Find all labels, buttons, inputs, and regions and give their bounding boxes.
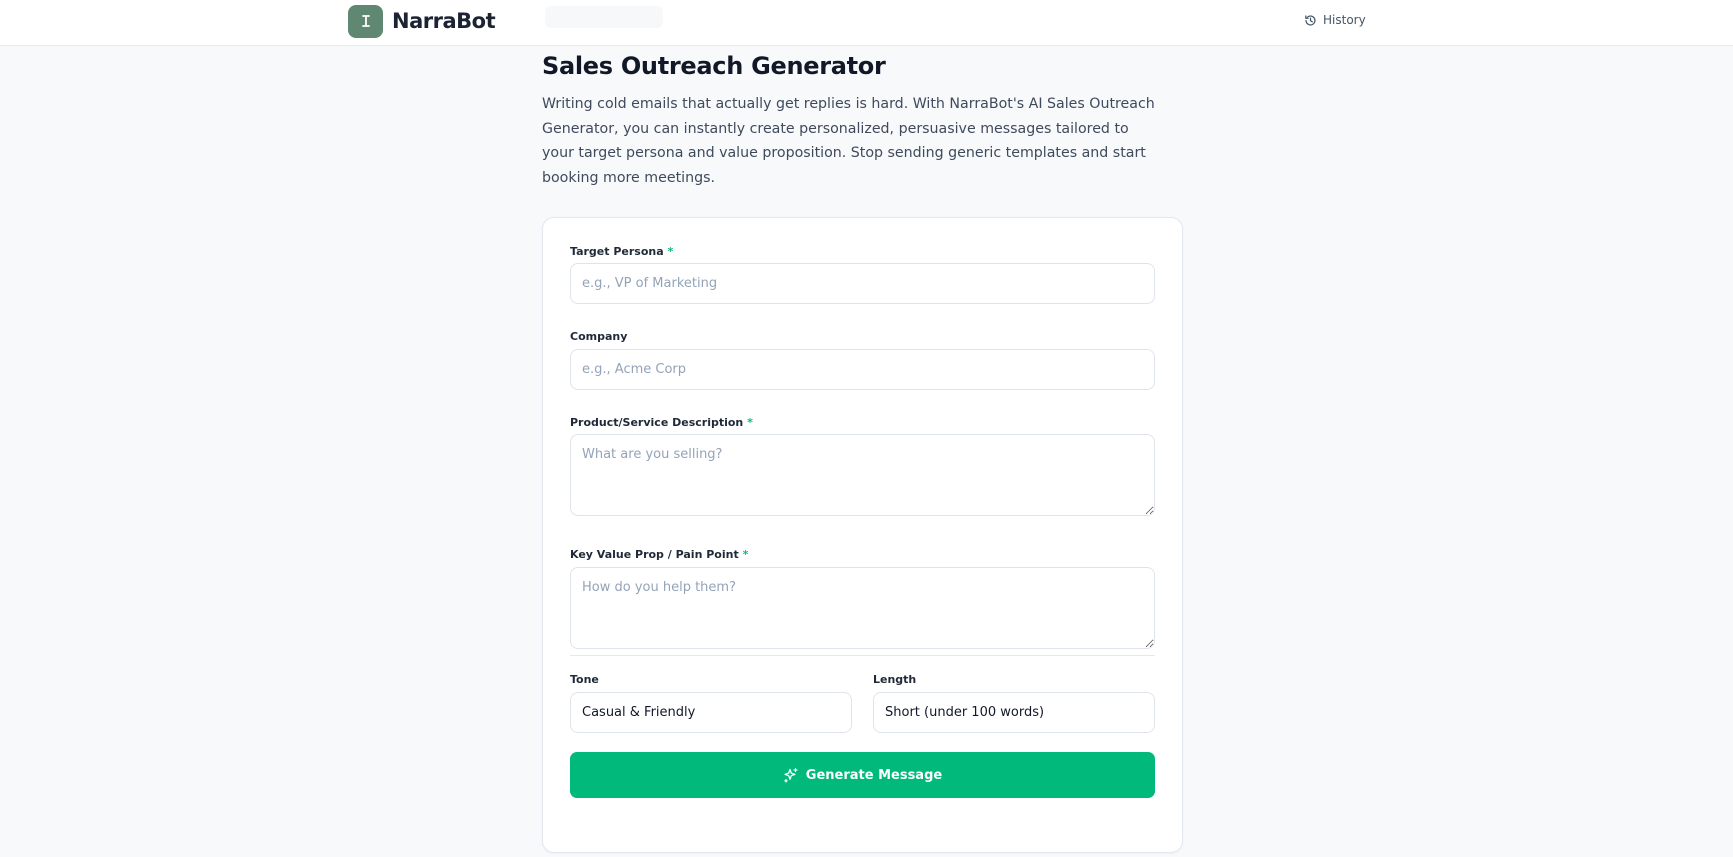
required-mark: * — [667, 245, 674, 258]
top-navbar: NarraBot History — [0, 0, 1733, 46]
tone-select[interactable]: Casual & Friendly — [570, 692, 852, 733]
company-label: Company — [570, 330, 627, 343]
product-description-textarea[interactable] — [570, 434, 1155, 516]
length-label: Length — [873, 673, 916, 686]
value-prop-label-text: Key Value Prop / Pain Point — [570, 548, 739, 561]
tone-label: Tone — [570, 673, 599, 686]
page-intro: Writing cold emails that actually get re… — [542, 96, 1155, 186]
history-label: History — [1323, 13, 1366, 27]
generate-label: Generate Message — [805, 767, 943, 783]
length-select[interactable]: Short (under 100 words) — [873, 692, 1155, 733]
tone-label-text: Tone — [570, 673, 599, 686]
sparkles-icon — [783, 767, 798, 783]
nav-placeholder — [545, 6, 663, 28]
brand[interactable]: NarraBot — [348, 4, 496, 38]
tone-value: Casual & Friendly — [582, 705, 696, 720]
form-divider — [570, 655, 1155, 656]
target-persona-input[interactable] — [570, 263, 1155, 304]
company-label-text: Company — [570, 330, 628, 343]
generate-message-button[interactable]: Generate Message — [570, 752, 1155, 798]
history-link[interactable]: History — [1304, 10, 1366, 30]
required-mark: * — [747, 416, 753, 429]
company-input[interactable] — [570, 349, 1155, 390]
required-mark: * — [742, 548, 749, 561]
page-title: Sales Outreach Generator — [542, 52, 886, 80]
length-label-text: Length — [873, 673, 917, 686]
product-label-text: Product/Service Description — [570, 416, 744, 429]
product-label: Product/Service Description * — [570, 416, 753, 429]
value-prop-label: Key Value Prop / Pain Point * — [570, 548, 748, 561]
brand-name: NarraBot — [392, 9, 496, 33]
length-value: Short (under 100 words) — [885, 705, 1045, 720]
persona-label: Target Persona * — [570, 245, 673, 258]
logo-icon — [348, 4, 383, 38]
history-icon — [1305, 14, 1316, 26]
outreach-form-card: Target Persona * Company Product/Service… — [542, 217, 1183, 853]
main-content: Sales Outreach Generator Writing cold em… — [542, 46, 1183, 853]
persona-label-text: Target Persona — [570, 245, 664, 258]
value-prop-textarea[interactable] — [570, 567, 1155, 649]
